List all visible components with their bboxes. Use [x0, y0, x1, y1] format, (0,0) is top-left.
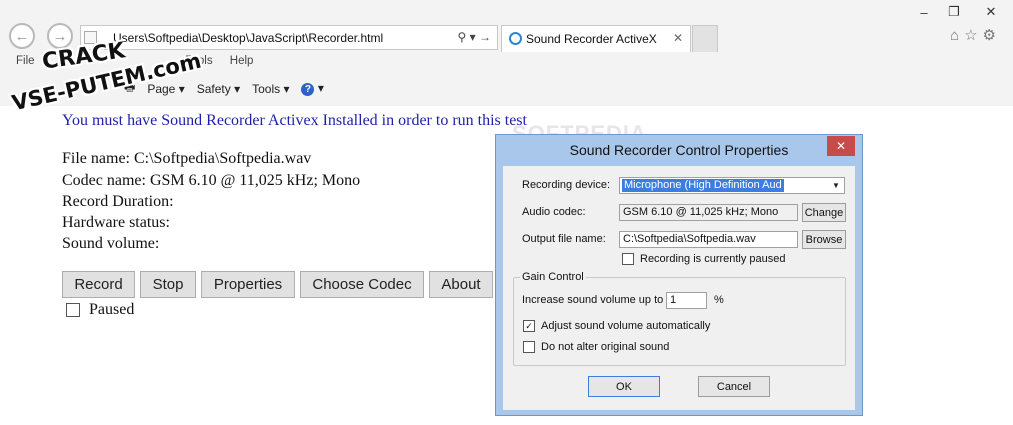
gear-icon[interactable]: ⚙ [983, 27, 1001, 44]
ie-icon [509, 32, 522, 45]
cancel-button[interactable]: Cancel [698, 376, 770, 397]
paused-label: Paused [89, 301, 135, 318]
hardware-status-text: Hardware status: [62, 214, 170, 231]
help-icon[interactable]: ? ▾ [301, 81, 324, 96]
forward-arrow-icon: → [52, 27, 68, 45]
paused-checkbox-box[interactable] [66, 303, 80, 317]
output-file-input[interactable]: C:\Softpedia\Softpedia.wav [619, 231, 798, 248]
percent-label: % [714, 294, 724, 306]
audio-codec-field: GSM 6.10 @ 11,025 kHz; Mono [619, 204, 798, 221]
increase-volume-label: Increase sound volume up to [522, 294, 664, 306]
address-text[interactable]: Users\Softpedia\Desktop\JavaScript\Recor… [113, 31, 383, 45]
browser-chrome: – ❐ ✕ ← → Users\Softpedia\Desktop\JavaSc… [0, 0, 1013, 115]
dialog-body: Recording device: Microphone (High Defin… [503, 166, 855, 410]
adjust-auto-label: Adjust sound volume automatically [541, 320, 711, 332]
increase-volume-input[interactable]: 1 [666, 292, 707, 309]
sound-volume-text: Sound volume: [62, 235, 160, 252]
gain-control-legend: Gain Control [520, 271, 586, 283]
favorites-star-icon[interactable]: ☆ [964, 27, 982, 44]
tab-sound-recorder[interactable]: Sound Recorder ActiveX ✕ [501, 25, 691, 52]
tab-title: Sound Recorder ActiveX [526, 32, 657, 46]
dialog-title: Sound Recorder Control Properties [569, 142, 789, 158]
new-tab-button[interactable] [692, 25, 718, 52]
chevron-down-icon[interactable]: ▼ [829, 179, 843, 192]
gain-control-group: Gain Control Increase sound volume up to… [513, 271, 846, 366]
about-button[interactable]: About [429, 271, 493, 298]
check-icon[interactable]: ✓ [523, 320, 535, 332]
recording-paused-box[interactable] [622, 253, 634, 265]
menu-help[interactable]: Help [230, 55, 254, 67]
properties-dialog: Sound Recorder Control Properties ✕ Reco… [495, 134, 863, 416]
ok-button[interactable]: OK [588, 376, 660, 397]
recording-paused-checkbox[interactable]: Recording is currently paused [622, 253, 786, 265]
tools-menu[interactable]: Tools ▾ [252, 82, 289, 96]
browse-button[interactable]: Browse [802, 230, 846, 249]
properties-button[interactable]: Properties [201, 271, 295, 298]
paused-checkbox[interactable]: Paused [66, 301, 134, 319]
page-headline: You must have Sound Recorder Activex Ins… [62, 112, 527, 129]
no-alter-label: Do not alter original sound [541, 341, 670, 353]
recording-device-value: Microphone (High Definition Aud [622, 179, 784, 192]
record-duration-text: Record Duration: [62, 193, 174, 210]
address-actions[interactable]: ⚲ ▾ → [458, 30, 491, 44]
window-controls: – ❐ ✕ [909, 0, 1013, 24]
codec-name-text: Codec name: GSM 6.10 @ 11,025 kHz; Mono [62, 172, 361, 189]
recording-device-select[interactable]: Microphone (High Definition Aud ▼ [619, 177, 845, 194]
window-close-button[interactable]: ✕ [969, 0, 1013, 24]
choose-codec-button[interactable]: Choose Codec [300, 271, 424, 298]
record-button[interactable]: Record [62, 271, 135, 298]
back-arrow-icon: ← [14, 27, 30, 45]
no-alter-box[interactable] [523, 341, 535, 353]
restore-button[interactable]: ❐ [939, 0, 969, 24]
dialog-close-button[interactable]: ✕ [827, 136, 855, 156]
change-button[interactable]: Change [802, 203, 846, 222]
tab-close-icon[interactable]: ✕ [673, 31, 683, 45]
minimize-button[interactable]: – [909, 0, 939, 24]
home-icon[interactable]: ⌂ [950, 27, 964, 44]
file-name-text: File name: C:\Softpedia\Softpedia.wav [62, 150, 312, 167]
recording-paused-label: Recording is currently paused [640, 253, 786, 265]
crack-watermark: CRACK VSE-PUTEM.com [8, 38, 204, 115]
no-alter-checkbox[interactable]: Do not alter original sound [523, 341, 669, 353]
stop-button[interactable]: Stop [140, 271, 196, 298]
toolbar-icons: ⌂☆⚙ [950, 26, 1001, 44]
adjust-auto-checkbox[interactable]: ✓ Adjust sound volume automatically [523, 320, 710, 332]
safety-menu[interactable]: Safety ▾ [197, 82, 240, 96]
audio-codec-label: Audio codec: [522, 206, 586, 218]
output-file-label: Output file name: [522, 233, 606, 245]
recording-device-label: Recording device: [522, 179, 611, 191]
